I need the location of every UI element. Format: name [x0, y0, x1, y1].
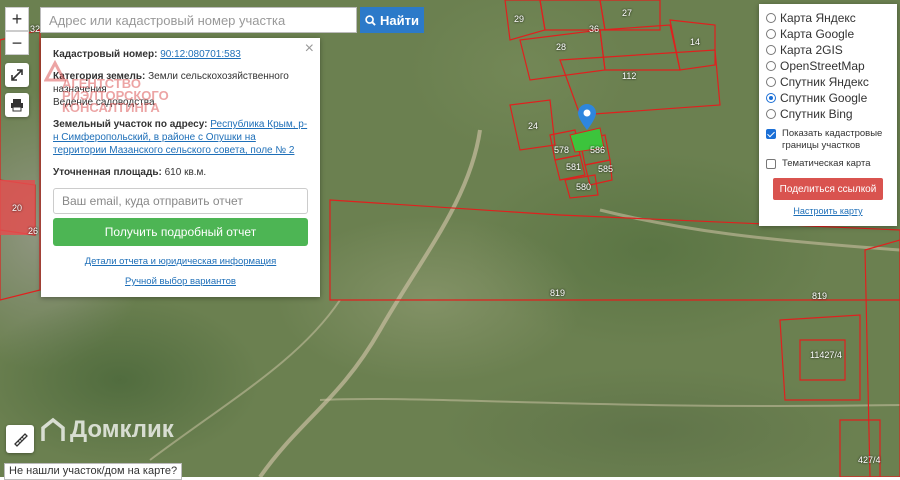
ruler-button[interactable]: [6, 425, 34, 453]
domclick-logo-text: Домклик: [70, 416, 174, 443]
search-button[interactable]: Найти: [360, 7, 424, 33]
layer-option-label: Карта Яндекс: [780, 11, 856, 25]
cadastral-number-row: Кадастровый номер: 90:12:080701:583: [53, 48, 308, 61]
printer-icon: [11, 99, 23, 112]
fullscreen-button[interactable]: [5, 63, 29, 87]
layer-option[interactable]: Спутник Яндекс: [766, 74, 890, 90]
radio-unselected-icon[interactable]: [766, 45, 776, 55]
get-report-button[interactable]: Получить подробный отчет: [53, 218, 308, 246]
radio-unselected-icon[interactable]: [766, 13, 776, 23]
search-input[interactable]: [40, 7, 357, 33]
layer-option[interactable]: OpenStreetMap: [766, 58, 890, 74]
parcel-label: 32: [30, 24, 41, 34]
layer-option-label: Спутник Яндекс: [780, 75, 869, 89]
layer-option[interactable]: Карта Яндекс: [766, 10, 890, 26]
radio-unselected-icon[interactable]: [766, 109, 776, 119]
radio-unselected-icon[interactable]: [766, 61, 776, 71]
parcel-info-panel: АГЕНТСТВО РИЭЛТОРСКОГО КОНСАЛТИНГА × Кад…: [41, 38, 320, 297]
parcel-label: 112: [622, 71, 637, 81]
thematic-map-label: Тематическая карта: [782, 158, 871, 169]
thematic-map-checkbox[interactable]: Тематическая карта: [766, 158, 890, 170]
close-panel-button[interactable]: ×: [305, 40, 314, 58]
area-row: Уточненная площадь: 610 кв.м.: [53, 166, 308, 179]
layer-option-label: Спутник Google: [780, 91, 868, 105]
parcel-label: 578: [554, 145, 570, 155]
layer-option[interactable]: Спутник Google: [766, 90, 890, 106]
parcel-label: 585: [598, 164, 614, 174]
expand-icon: [11, 69, 23, 81]
domclick-logo: Домклик: [40, 416, 174, 444]
layer-option-label: Карта Google: [780, 27, 855, 41]
parcel-label: 29: [514, 14, 525, 24]
parcel-label: 36: [589, 24, 600, 34]
configure-map-link[interactable]: Настроить карту: [766, 206, 890, 216]
area-value: 610 кв.м.: [164, 167, 207, 178]
address-label: Земельный участок по адресу:: [53, 119, 208, 130]
parcel-label: 581: [566, 162, 582, 172]
land-use-value: Ведение садоводства: [53, 97, 155, 108]
parcel-label: 427/4: [858, 455, 881, 465]
parcel-label: 20: [12, 203, 23, 213]
parcel-label: 580: [576, 182, 592, 192]
area-label: Уточненная площадь:: [53, 167, 162, 178]
layer-option[interactable]: Спутник Bing: [766, 106, 890, 122]
layer-option[interactable]: Карта 2GIS: [766, 42, 890, 58]
radio-selected-icon[interactable]: [766, 93, 776, 103]
parcel-label: 24: [528, 121, 539, 131]
share-link-button[interactable]: Поделиться ссылкой: [773, 178, 883, 200]
search-button-label: Найти: [380, 12, 419, 28]
layer-option-label: OpenStreetMap: [780, 59, 865, 73]
email-field[interactable]: [53, 188, 308, 214]
radio-unselected-icon[interactable]: [766, 77, 776, 87]
layer-options: Карта Яндекс Карта Google Карта 2GIS OpenSt…: [766, 10, 890, 122]
domclick-house-icon: [41, 417, 65, 441]
parcel-label: 11427/4: [810, 350, 842, 360]
checkbox-unchecked-icon[interactable]: [766, 159, 776, 169]
report-details-link[interactable]: Детали отчета и юридическая информация: [85, 256, 277, 267]
cadastral-number-link[interactable]: 90:12:080701:583: [160, 49, 241, 60]
show-cadastral-label: Показать кадастровые границы участков: [782, 128, 883, 151]
layer-option[interactable]: Карта Google: [766, 26, 890, 42]
layer-option-label: Карта 2GIS: [780, 43, 843, 57]
cadastral-number-label: Кадастровый номер:: [53, 49, 158, 60]
radio-unselected-icon[interactable]: [766, 29, 776, 39]
map-layers-panel: Карта Яндекс Карта Google Карта 2GIS OpenSt…: [759, 4, 897, 226]
address-row: Земельный участок по адресу: Республика …: [53, 118, 308, 157]
parcel-label: 819: [812, 291, 828, 301]
manual-selection-link[interactable]: Ручной выбор вариантов: [125, 276, 236, 287]
parcel-label: 819: [550, 288, 566, 298]
parcel-label: 14: [690, 37, 701, 47]
zoom-in-button[interactable]: +: [5, 7, 29, 31]
layer-option-label: Спутник Bing: [780, 107, 853, 121]
land-category-row: Категория земель: Земли сельскохозяйстве…: [53, 70, 308, 109]
not-found-button[interactable]: Не нашли участок/дом на карте?: [4, 463, 183, 480]
checkbox-checked-icon[interactable]: [766, 129, 776, 139]
show-cadastral-checkbox[interactable]: Показать кадастровые границы участков: [766, 128, 890, 152]
parcel-label: 28: [556, 42, 567, 52]
print-button[interactable]: [5, 93, 29, 117]
search-icon: [365, 14, 376, 26]
parcel-label: 586: [590, 145, 606, 155]
zoom-out-button[interactable]: −: [5, 31, 29, 55]
ruler-icon: [14, 433, 28, 447]
parcel-label: 27: [622, 8, 633, 18]
land-category-label: Категория земель:: [53, 71, 146, 82]
parcel-label: 26: [28, 226, 39, 236]
